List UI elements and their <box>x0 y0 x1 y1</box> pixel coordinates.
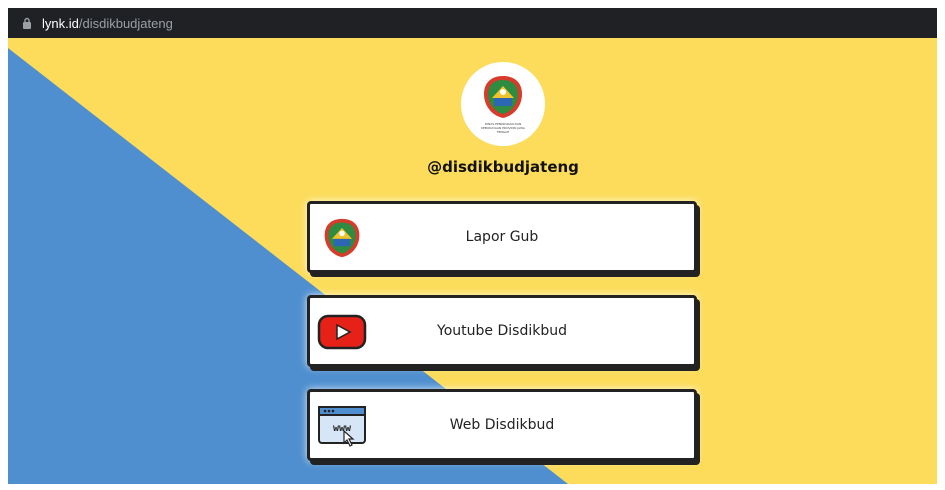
url-domain: lynk.id <box>42 15 79 31</box>
link-card-lapor-gub[interactable]: Lapor Gub <box>307 201 697 273</box>
svg-text:www: www <box>333 423 352 434</box>
profile-avatar: DINAS PENDIDIKAN DAN KEBUDAYAAN PROVINSI… <box>461 62 545 146</box>
url-path: /disdikbudjateng <box>78 15 173 31</box>
profile-username: @disdikbudjateng <box>427 158 579 176</box>
logo-caption: DINAS PENDIDIKAN DAN KEBUDAYAAN PROVINSI… <box>481 122 525 134</box>
jateng-emblem-icon <box>484 76 522 118</box>
address-bar[interactable]: lynk.id/disdikbudjateng <box>8 8 937 38</box>
lock-icon <box>23 17 31 29</box>
browser-window: lynk.id/disdikbudjateng DINAS PENDIDIKAN… <box>8 8 937 484</box>
link-card-web-disdikbud[interactable]: www Web Disdikbud <box>307 389 697 461</box>
link-card-youtube-disdikbud[interactable]: Youtube Disdikbud <box>307 295 697 367</box>
jateng-emblem-icon <box>316 212 368 264</box>
page-content: DINAS PENDIDIKAN DAN KEBUDAYAAN PROVINSI… <box>8 38 937 484</box>
www-browser-icon: www <box>316 400 368 452</box>
youtube-icon <box>316 306 368 358</box>
